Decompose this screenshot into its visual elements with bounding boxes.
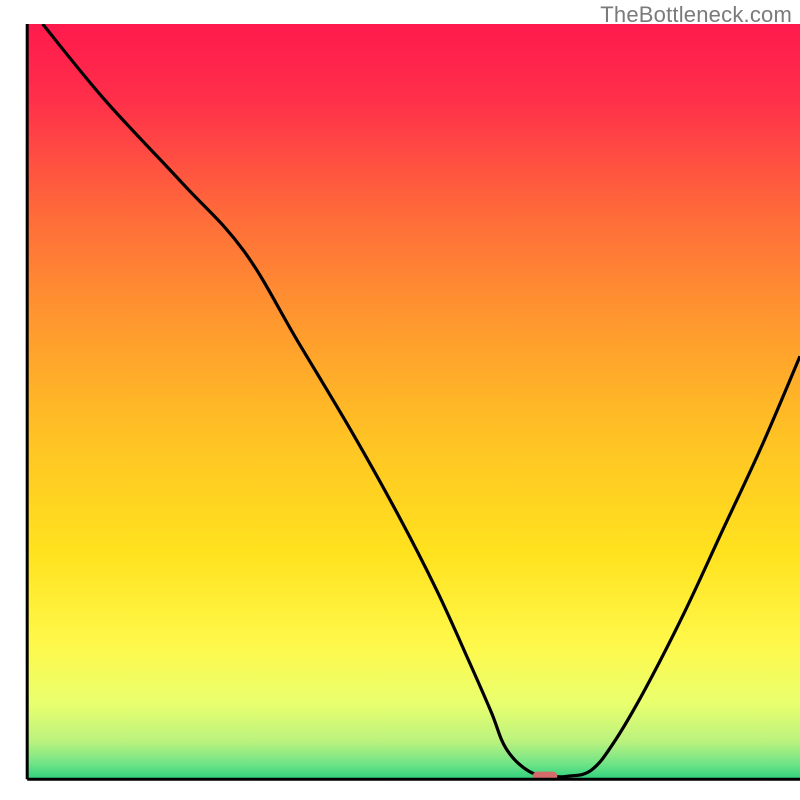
watermark-label: TheBottleneck.com (600, 2, 792, 28)
bottleneck-chart: TheBottleneck.com (0, 0, 800, 800)
gradient-background (27, 24, 800, 779)
chart-svg (0, 0, 800, 800)
